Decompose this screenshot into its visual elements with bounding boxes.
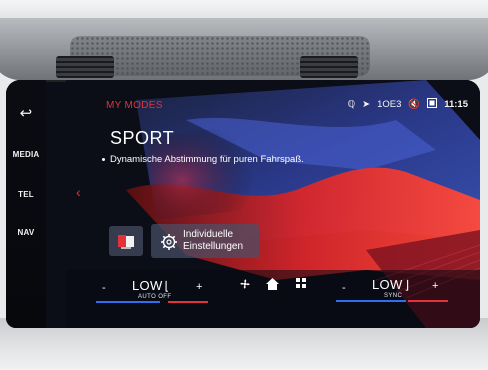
mode-description: Dynamische Abstimmung für puren Fahrspaß… <box>102 154 304 165</box>
rail-item-media[interactable]: MEDIA <box>6 150 46 159</box>
left-rail: ↩ MEDIA TEL NAV <box>6 80 46 328</box>
left-temp-text: LOW <box>132 278 163 293</box>
clock: 11:15 <box>444 99 468 110</box>
back-button[interactable]: ↩ <box>6 104 46 122</box>
fan-icon[interactable] <box>238 277 252 294</box>
right-heat-line <box>408 300 448 302</box>
seat-icon: ⌊ <box>164 279 170 293</box>
right-climate-sub: SYNC <box>384 293 403 299</box>
left-temp-increase-button[interactable]: + <box>196 281 202 293</box>
navigation-arrow-icon: ➤ <box>362 99 371 110</box>
right-temp-decrease-button[interactable]: - <box>342 282 346 294</box>
page-title: MY MODES <box>106 100 163 111</box>
right-temp-value[interactable]: LOW ⌋ <box>372 277 410 292</box>
individual-settings-button[interactable]: Individuelle Einstellungen <box>151 224 259 258</box>
infotainment-screen: ↩ MEDIA TEL NAV MY MODES ℚ ➤ 1OE3 🔇 11:1… <box>6 80 480 328</box>
air-vent-left <box>56 56 114 78</box>
mode-name: SPORT <box>110 128 175 148</box>
mute-icon: 🔇 <box>408 99 421 110</box>
photo-scene: ↩ MEDIA TEL NAV MY MODES ℚ ➤ 1OE3 🔇 11:1… <box>0 0 488 370</box>
individual-settings-line2: Einstellungen <box>183 241 244 252</box>
climate-bar: - LOW ⌊ AUTO OFF + - LOW ⌋ SYNC + <box>46 268 480 328</box>
right-temp-increase-button[interactable]: + <box>432 280 438 292</box>
seat-icon: ⌋ <box>404 278 410 292</box>
right-temp-text: LOW <box>372 277 403 292</box>
grid-icon[interactable] <box>295 277 307 292</box>
left-climate-sub: AUTO OFF <box>138 294 172 300</box>
left-temp-decrease-button[interactable]: - <box>102 282 106 294</box>
left-cool-line <box>96 301 160 303</box>
air-vent-right <box>300 56 358 78</box>
mode-description-text: Dynamische Abstimmung für puren Fahrspaß… <box>110 154 304 165</box>
phone-signal-icon: ℚ <box>347 99 356 110</box>
left-heat-line <box>168 301 208 303</box>
rail-item-tel[interactable]: TEL <box>6 190 46 199</box>
individual-settings-line1: Individuelle <box>183 229 234 240</box>
gear-icon <box>161 234 177 250</box>
bullet-dot <box>102 157 105 161</box>
rail-item-nav[interactable]: NAV <box>6 228 46 237</box>
odometer-text: 1OE3 <box>377 99 402 110</box>
right-cool-line <box>336 300 406 302</box>
individual-settings-label: Individuelle Einstellungen <box>183 229 243 253</box>
seat-heating-icon <box>118 235 134 249</box>
left-temp-value[interactable]: LOW ⌊ <box>132 278 170 293</box>
status-bar: ℚ ➤ 1OE3 🔇 11:15 <box>348 98 468 111</box>
chevron-left-icon[interactable]: ‹ <box>76 184 81 200</box>
home-icon[interactable] <box>265 277 280 294</box>
notification-icon <box>427 98 438 111</box>
seat-heating-button[interactable] <box>109 226 143 256</box>
